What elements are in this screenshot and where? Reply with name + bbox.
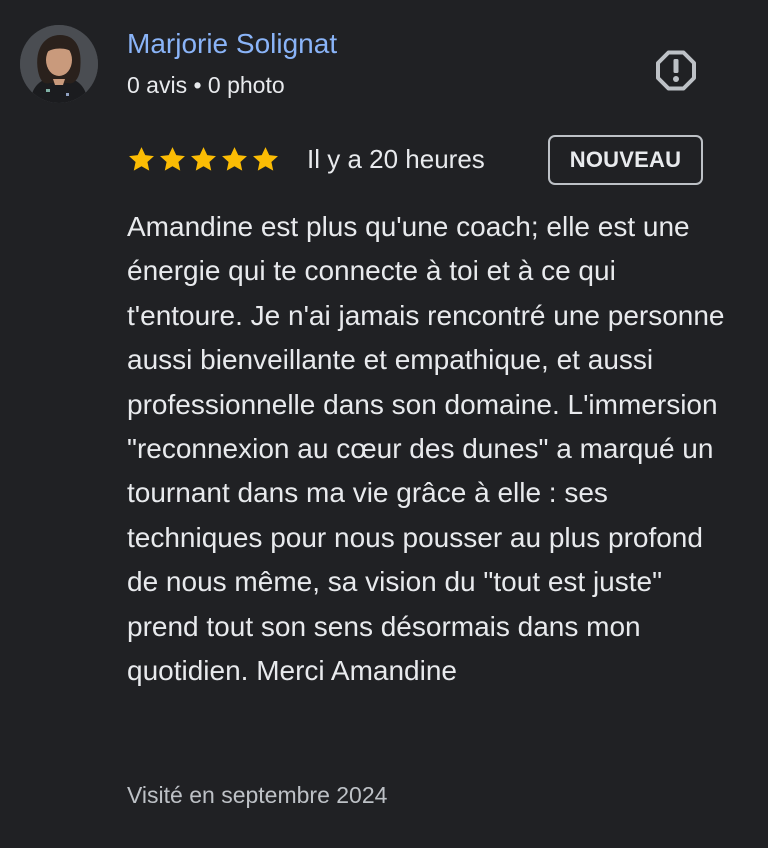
author-stats: 0 avis • 0 photo: [127, 72, 285, 98]
review-time: Il y a 20 heures: [307, 144, 485, 174]
report-button[interactable]: [652, 48, 700, 96]
user-avatar-photo-icon: [20, 25, 98, 103]
avatar[interactable]: [20, 25, 98, 103]
star-icon: [253, 147, 278, 171]
star-icon: [222, 147, 247, 171]
author-name[interactable]: Marjorie Solignat: [127, 28, 337, 60]
report-flag-icon: [656, 50, 696, 91]
review-text: Amandine est plus qu'une coach; elle est…: [127, 211, 725, 687]
visit-date: Visité en septembre 2024: [127, 782, 388, 808]
new-badge: NOUVEAU: [548, 135, 703, 185]
star-icon: [191, 147, 216, 171]
star-icon: [160, 147, 185, 171]
rating-row: Il y a 20 heures NOUVEAU: [127, 135, 727, 187]
star-icon: [129, 147, 154, 171]
star-rating: [127, 145, 280, 174]
